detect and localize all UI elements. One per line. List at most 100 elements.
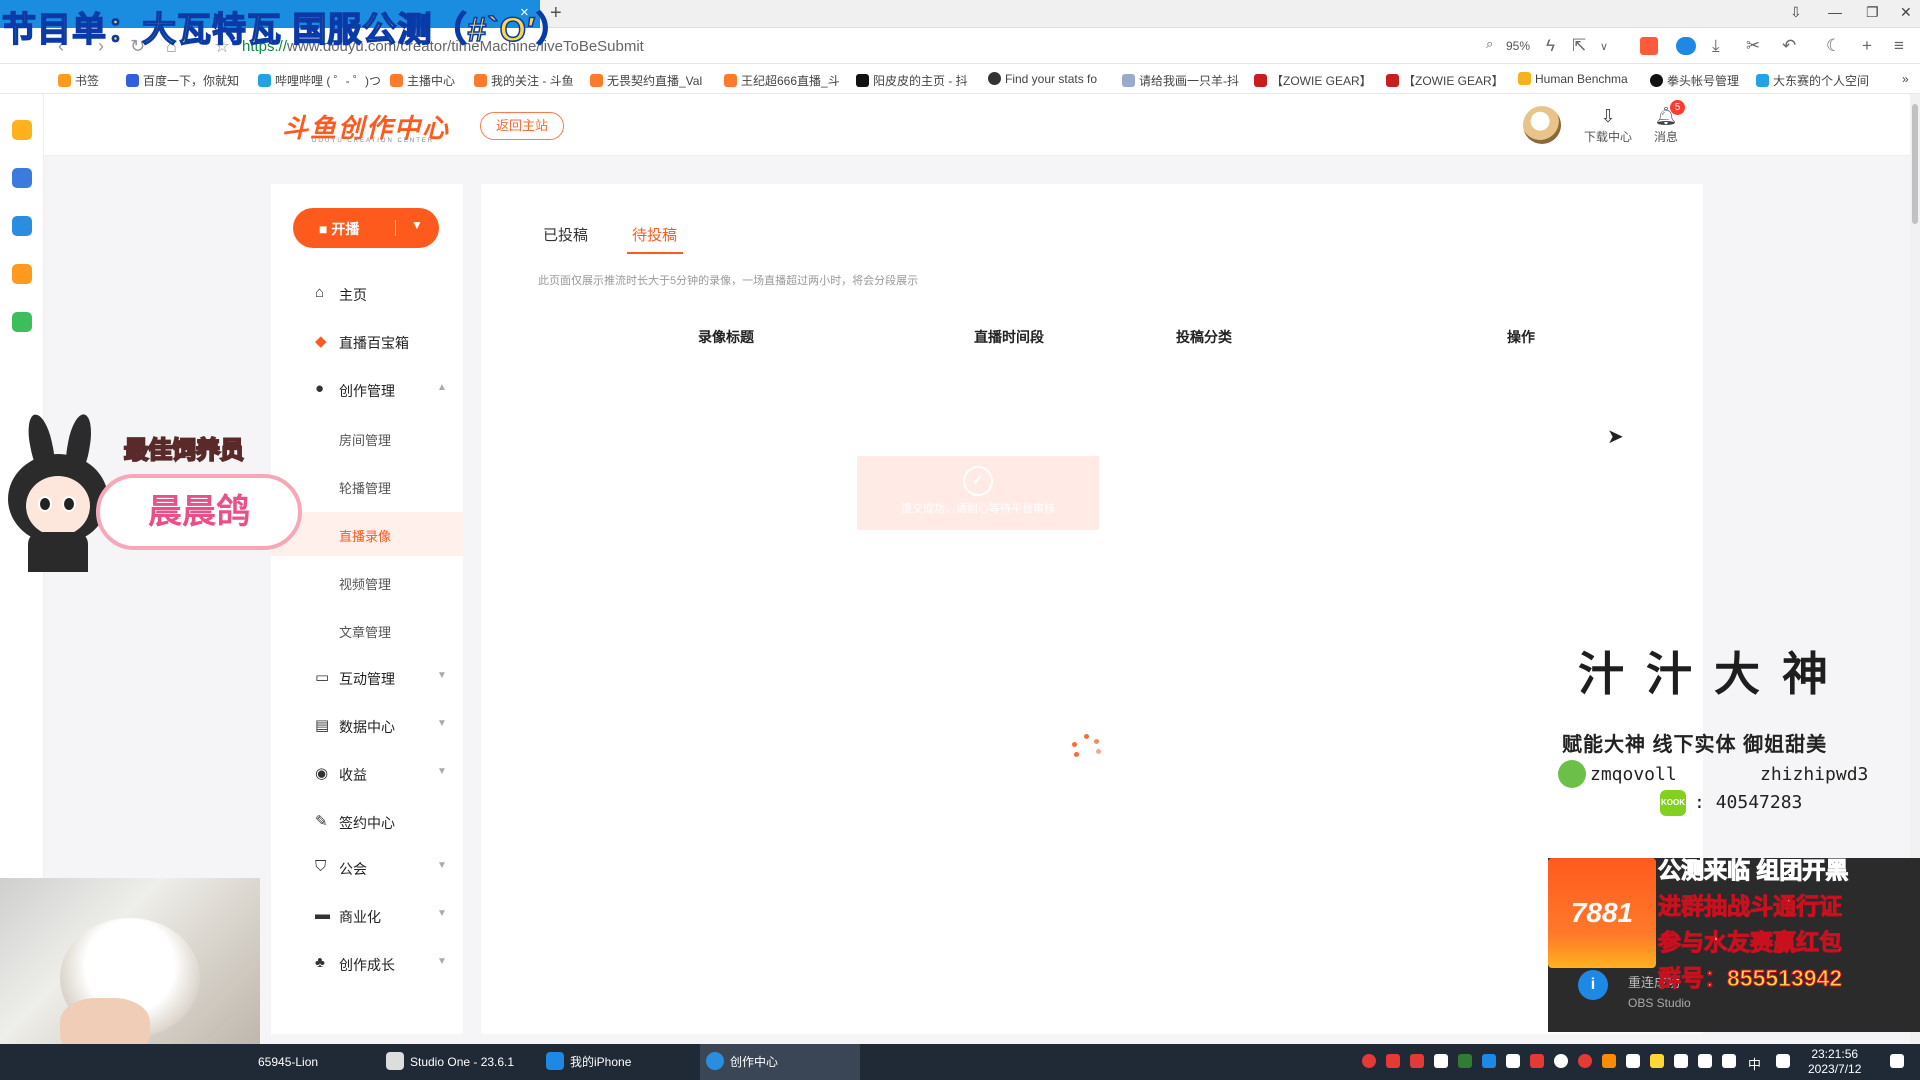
- tray-app-icon[interactable]: [1626, 1054, 1640, 1068]
- download-icon[interactable]: ⤓: [1712, 36, 1720, 56]
- sidebar-item-guild[interactable]: ⛉ 公会 ▼: [271, 846, 463, 890]
- sidebar-item-data[interactable]: ▤ 数据中心 ▼: [271, 704, 463, 748]
- taskbar-item[interactable]: Studio One - 23.6.1: [380, 1044, 530, 1080]
- tray-app-icon[interactable]: [1362, 1054, 1376, 1068]
- wechat-icon[interactable]: [12, 312, 32, 332]
- go-live-button[interactable]: ■ 开播 ▼: [293, 208, 439, 248]
- sidebar-item-home[interactable]: ⌂ 主页: [271, 272, 463, 316]
- zoom-icon[interactable]: ⌕: [1486, 36, 1493, 52]
- bookmark-item[interactable]: 【ZOWIE GEAR】: [1386, 72, 1504, 89]
- tray-app-icon[interactable]: [1650, 1054, 1664, 1068]
- sidebar-item-articles[interactable]: 文章管理: [271, 608, 463, 652]
- back-to-main-button[interactable]: 返回主站: [480, 112, 564, 140]
- tray-app-icon[interactable]: [1554, 1054, 1568, 1068]
- download-center-button[interactable]: ⇩ 下载中心: [1578, 106, 1638, 145]
- cloud-icon[interactable]: [12, 168, 32, 188]
- bookmark-label: 大东赛的个人空间: [1773, 74, 1870, 88]
- bookmark-item[interactable]: 【ZOWIE GEAR】: [1254, 72, 1372, 89]
- sidebar-item-videos[interactable]: 视频管理: [271, 560, 463, 604]
- tray-app-icon[interactable]: [1602, 1054, 1616, 1068]
- bookmark-item[interactable]: 请给我画一只羊-抖: [1122, 72, 1239, 89]
- 7881-logo: 7881: [1548, 858, 1656, 968]
- minimize-icon[interactable]: —: [1828, 4, 1842, 20]
- menu-icon[interactable]: ≡: [1894, 36, 1904, 56]
- tab-submitted[interactable]: 已投稿: [543, 224, 588, 245]
- lightning-icon[interactable]: ϟ: [1546, 36, 1555, 56]
- tray-app-icon[interactable]: [1506, 1054, 1520, 1068]
- tray-app-icon[interactable]: [1578, 1054, 1592, 1068]
- more-bookmarks-icon[interactable]: »: [1902, 72, 1909, 86]
- sidebar-item-business[interactable]: ▬ 商业化 ▼: [271, 894, 463, 938]
- keyboard-icon[interactable]: [1776, 1054, 1790, 1068]
- notification-icon[interactable]: [1890, 1054, 1904, 1068]
- wechat-id: zmqovoll: [1590, 764, 1677, 785]
- volume-icon[interactable]: [1722, 1054, 1736, 1068]
- dropdown-icon[interactable]: ∨: [1600, 40, 1608, 53]
- bookmark-item[interactable]: 阳皮皮的主页 - 抖: [856, 72, 968, 89]
- taskbar-clock[interactable]: 23:21:56 2023/7/12: [1808, 1047, 1861, 1077]
- bookmark-item[interactable]: 百度一下，你就知: [126, 72, 239, 89]
- translate-icon[interactable]: [1640, 37, 1658, 55]
- bookmark-item[interactable]: 无畏契约直播_Val: [590, 72, 702, 89]
- tray-app-icon[interactable]: [1458, 1054, 1472, 1068]
- bookmark-item[interactable]: 王纪超666直播_斗: [724, 72, 840, 89]
- messages-button[interactable]: 🔔︎ 消息: [1636, 106, 1696, 145]
- sidebar-item-creation[interactable]: ● 创作管理 ▲: [271, 368, 463, 412]
- tshirt-icon[interactable]: [12, 216, 32, 236]
- tray-app-icon[interactable]: [1482, 1054, 1496, 1068]
- ime-indicator[interactable]: 中: [1748, 1054, 1761, 1073]
- taskbar-item-label: 创作中心: [730, 1055, 779, 1069]
- extension-icon[interactable]: [1676, 37, 1696, 55]
- clock-time: 23:21:56: [1811, 1047, 1859, 1061]
- tray-app-icon[interactable]: [1434, 1054, 1448, 1068]
- sidebar-item-growth[interactable]: ♣ 创作成长 ▼: [271, 942, 463, 986]
- close-window-icon[interactable]: ✕: [1900, 4, 1912, 21]
- avatar[interactable]: [1523, 106, 1561, 144]
- tray-app-icon[interactable]: [1530, 1054, 1544, 1068]
- favorites-icon[interactable]: [12, 120, 32, 140]
- bookmark-item[interactable]: 书签: [58, 72, 99, 89]
- bookmark-item[interactable]: 拳头帐号管理: [1650, 72, 1739, 89]
- bookmark-item[interactable]: 大东赛的个人空间: [1756, 72, 1869, 89]
- bookmark-item[interactable]: 我的关注 - 斗鱼: [474, 72, 574, 89]
- sidebar-item-interaction[interactable]: ▭ 互动管理 ▼: [271, 656, 463, 700]
- network-icon[interactable]: [1698, 1054, 1712, 1068]
- scissors-icon[interactable]: ✂: [1746, 36, 1760, 56]
- bookmark-item[interactable]: Human Benchma: [1518, 72, 1628, 86]
- info-icon: i: [1578, 970, 1608, 1000]
- add-icon[interactable]: +: [1862, 36, 1872, 56]
- maximize-icon[interactable]: ❐: [1866, 4, 1879, 21]
- bookmark-item[interactable]: Find your stats fo: [988, 72, 1097, 86]
- share-icon[interactable]: ⇱: [1572, 36, 1586, 56]
- taskbar-item[interactable]: 65945-Lion: [252, 1044, 380, 1080]
- bookmark-label: Find your stats fo: [1005, 72, 1098, 86]
- taskbar-item[interactable]: 我的iPhone: [540, 1044, 690, 1080]
- keeper-name-bubble: 晨晨鸽: [96, 474, 302, 550]
- moon-icon[interactable]: ☾: [1826, 36, 1841, 56]
- tray-app-icon[interactable]: [1410, 1054, 1424, 1068]
- microphone-icon[interactable]: [1674, 1054, 1688, 1068]
- stats-icon: [988, 72, 1001, 85]
- bookmark-item[interactable]: 哔哩哔哩 ( ゜- ゜)つ: [258, 72, 381, 89]
- taskbar-item-label: 65945-Lion: [258, 1055, 319, 1069]
- chevron-up-icon: ▲: [437, 382, 447, 393]
- column-header-category: 投稿分类: [1176, 329, 1232, 345]
- taskbar-item[interactable]: 创作中心: [700, 1044, 860, 1080]
- chevron-down-icon[interactable]: ▼: [411, 218, 423, 232]
- undo-icon[interactable]: ↶: [1782, 36, 1796, 56]
- sidebar-item-label: 数据中心: [339, 719, 395, 735]
- notice-text: 此页面仅展示推流时长大于5分钟的录像，一场直播超过两小时，将会分段展示: [538, 275, 919, 287]
- sidebar-item-contract[interactable]: ✎ 签约中心: [271, 800, 463, 844]
- bookmark-item[interactable]: 主播中心: [390, 72, 455, 89]
- pin-icon[interactable]: ⇩: [1790, 4, 1802, 21]
- sidebar-item-toolbox[interactable]: ◆ 直播百宝箱: [271, 320, 463, 364]
- scrollbar-thumb[interactable]: [1912, 104, 1918, 224]
- chevron-down-icon: ▼: [437, 956, 447, 967]
- check-icon: ✓: [963, 466, 993, 496]
- search-sidebar-icon[interactable]: [12, 264, 32, 284]
- bolt-icon: [1518, 72, 1531, 85]
- tab-pending[interactable]: 待投稿: [632, 224, 677, 245]
- sidebar-item-room[interactable]: 房间管理: [271, 416, 463, 460]
- tray-app-icon[interactable]: [1386, 1054, 1400, 1068]
- sidebar-item-income[interactable]: ◉ 收益 ▼: [271, 752, 463, 796]
